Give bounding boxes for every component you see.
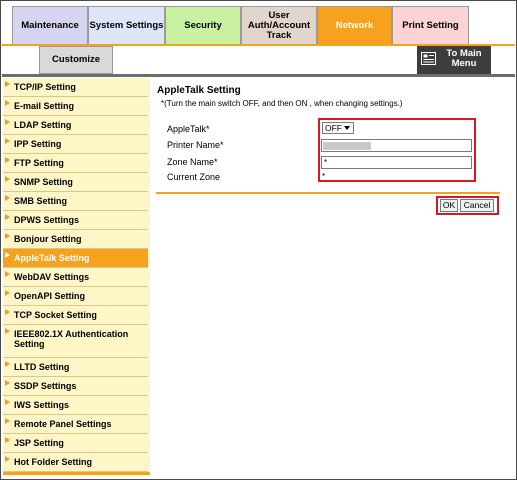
sidebar-item-label: IEEE802.1X Authentication Setting xyxy=(14,329,129,349)
arrow-right-icon xyxy=(5,456,10,462)
sidebar-item-tcp-ip-setting[interactable]: TCP/IP Setting xyxy=(3,78,148,97)
tab-network[interactable]: Network xyxy=(317,6,392,45)
menu-icon xyxy=(421,52,436,65)
arrow-right-icon xyxy=(5,252,10,258)
tab-customize[interactable]: Customize xyxy=(39,46,113,74)
sidebar-item-label: FTP Setting xyxy=(14,158,64,168)
tab-print-setting[interactable]: Print Setting xyxy=(392,6,469,45)
tab-security[interactable]: Security xyxy=(165,6,241,45)
tab-user-auth-account-track[interactable]: User Auth/Account Track xyxy=(241,6,317,45)
arrow-right-icon xyxy=(5,380,10,386)
arrow-right-icon xyxy=(5,437,10,443)
arrow-right-icon xyxy=(5,81,10,87)
to-main-menu-label: To Main Menu xyxy=(446,48,482,69)
printer-name-label: Printer Name* xyxy=(167,140,224,150)
sidebar-item-label: WebDAV Settings xyxy=(14,272,90,282)
zone-name-input[interactable] xyxy=(321,156,472,169)
sidebar-item-label: OpenAPI Setting xyxy=(14,291,86,301)
tab-system-settings[interactable]: System Settings xyxy=(88,6,165,45)
sidebar-item-label: TCP/IP Setting xyxy=(14,82,76,92)
sidebar-item-label: Remote Panel Settings xyxy=(14,419,112,429)
to-main-menu-button[interactable]: To Main Menu xyxy=(417,46,491,74)
arrow-right-icon xyxy=(5,119,10,125)
sidebar: TCP/IP Setting E-mail Setting LDAP Setting… xyxy=(3,78,150,476)
sidebar-item-label: SMB Setting xyxy=(14,196,67,206)
arrow-right-icon xyxy=(5,100,10,106)
sidebar-item-lltd-setting[interactable]: LLTD Setting xyxy=(3,358,148,377)
sidebar-item-ssdp-settings[interactable]: SSDP Settings xyxy=(3,377,148,396)
sidebar-item-remote-panel-settings[interactable]: Remote Panel Settings xyxy=(3,415,148,434)
content-separator xyxy=(156,192,500,194)
zone-name-label: Zone Name* xyxy=(167,157,218,167)
sidebar-item-e-mail-setting[interactable]: E-mail Setting xyxy=(3,97,148,116)
sidebar-item-appletalk-setting[interactable]: AppleTalk Setting xyxy=(3,249,148,268)
app-window: Maintenance System Settings Security Use… xyxy=(0,0,517,480)
sidebar-item-label: LDAP Setting xyxy=(14,120,72,130)
current-zone-value: * xyxy=(322,172,326,181)
sidebar-item-snmp-setting[interactable]: SNMP Setting xyxy=(3,173,148,192)
sidebar-item-openapi-setting[interactable]: OpenAPI Setting xyxy=(3,287,148,306)
sidebar-item-ipp-setting[interactable]: IPP Setting xyxy=(3,135,148,154)
sidebar-item-label: IWS Settings xyxy=(14,400,70,410)
appletalk-select[interactable]: OFF xyxy=(322,122,354,134)
arrow-right-icon xyxy=(5,418,10,424)
arrow-right-icon xyxy=(5,309,10,315)
sidebar-item-label: Bonjour Setting xyxy=(14,234,82,244)
arrow-right-icon xyxy=(5,195,10,201)
sidebar-item-label: DPWS Settings xyxy=(14,215,80,225)
arrow-right-icon xyxy=(5,361,10,367)
sidebar-item-webdav-settings[interactable]: WebDAV Settings xyxy=(3,268,148,287)
tab-maintenance[interactable]: Maintenance xyxy=(12,6,88,45)
page-title: AppleTalk Setting xyxy=(157,85,241,96)
sidebar-item-label: Hot Folder Setting xyxy=(14,457,92,467)
sidebar-item-ftp-setting[interactable]: FTP Setting xyxy=(3,154,148,173)
arrow-right-icon xyxy=(5,399,10,405)
sidebar-item-iws-settings[interactable]: IWS Settings xyxy=(3,396,148,415)
sidebar-item-tcp-socket-setting[interactable]: TCP Socket Setting xyxy=(3,306,148,325)
sidebar-item-hot-folder-setting[interactable]: Hot Folder Setting xyxy=(3,453,148,472)
arrow-right-icon xyxy=(5,138,10,144)
sidebar-item-smb-setting[interactable]: SMB Setting xyxy=(3,192,148,211)
sidebar-item-label: IPP Setting xyxy=(14,139,62,149)
sidebar-item-label: AppleTalk Setting xyxy=(14,253,90,263)
sidebar-item-bonjour-setting[interactable]: Bonjour Setting xyxy=(3,230,148,249)
sidebar-item-ieee802-1x-authentication-setting[interactable]: IEEE802.1X Authentication Setting xyxy=(3,325,148,358)
arrow-right-icon xyxy=(5,290,10,296)
cancel-button[interactable]: Cancel xyxy=(460,199,494,212)
arrow-right-icon xyxy=(5,233,10,239)
sidebar-item-label: SNMP Setting xyxy=(14,177,73,187)
arrow-right-icon xyxy=(5,214,10,220)
sidebar-item-label: E-mail Setting xyxy=(14,101,75,111)
appletalk-label: AppleTalk* xyxy=(167,124,210,134)
sidebar-item-dpws-settings[interactable]: DPWS Settings xyxy=(3,211,148,230)
appletalk-select-value: OFF xyxy=(325,123,342,133)
sidebar-item-label: SSDP Settings xyxy=(14,381,77,391)
sidebar-item-label: LLTD Setting xyxy=(14,362,70,372)
header-bottom-strip xyxy=(2,74,515,77)
arrow-right-icon xyxy=(5,328,10,334)
chevron-down-icon xyxy=(344,126,350,130)
current-zone-label: Current Zone xyxy=(167,172,221,182)
arrow-right-icon xyxy=(5,176,10,182)
sidebar-bottom-line xyxy=(3,472,150,475)
arrow-right-icon xyxy=(5,157,10,163)
sidebar-item-ldap-setting[interactable]: LDAP Setting xyxy=(3,116,148,135)
sidebar-item-label: JSP Setting xyxy=(14,438,64,448)
sidebar-item-jsp-setting[interactable]: JSP Setting xyxy=(3,434,148,453)
settings-note: *(Turn the main switch OFF, and then ON … xyxy=(161,99,403,108)
printer-name-redacted xyxy=(323,142,371,150)
sidebar-item-label: TCP Socket Setting xyxy=(14,310,97,320)
ok-button[interactable]: OK xyxy=(440,199,458,212)
arrow-right-icon xyxy=(5,271,10,277)
